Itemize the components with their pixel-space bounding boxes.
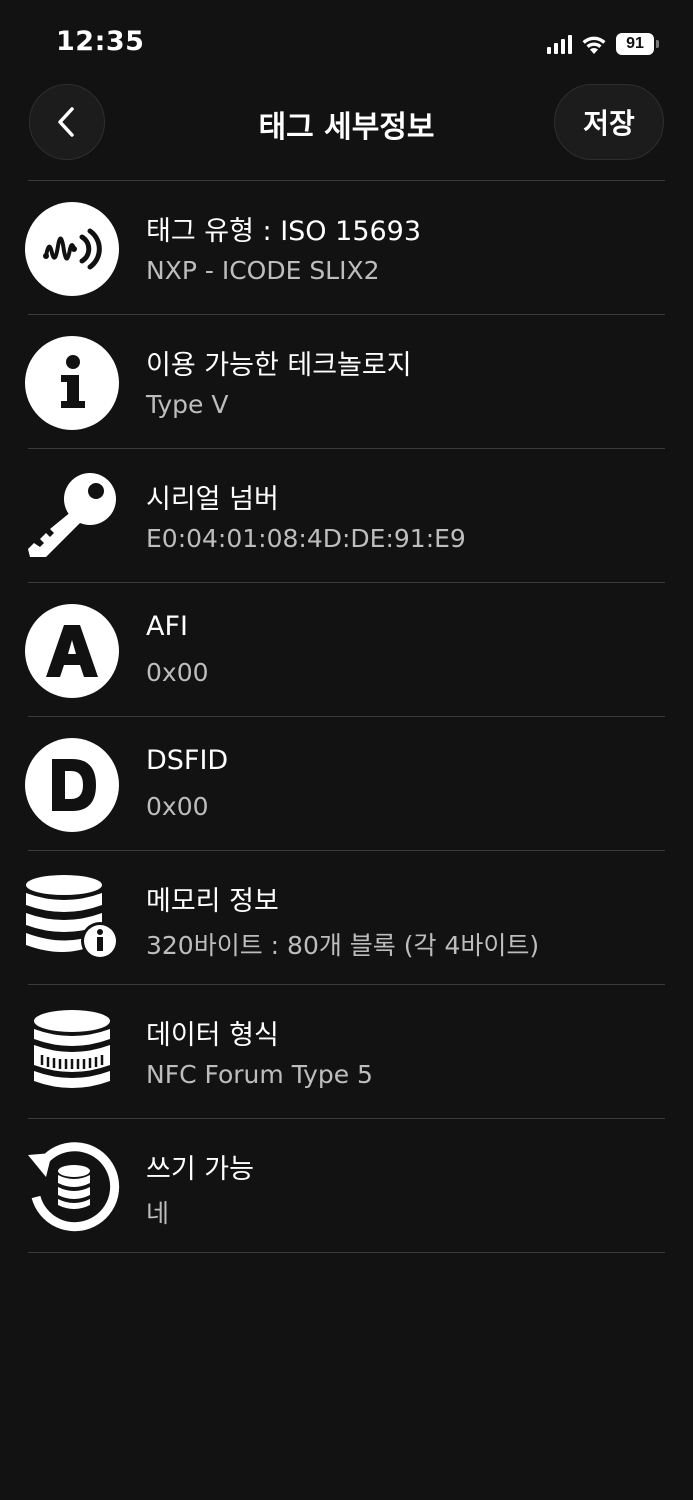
row-title: 메모리 정보	[146, 886, 279, 917]
list-item-writable: 쓰기 가능 네	[28, 1119, 665, 1253]
row-title: 이용 가능한 테크놀로지	[146, 350, 412, 381]
row-title: DSFID	[146, 745, 229, 776]
row-value: 0x00	[146, 792, 209, 821]
status-bar: 12:35 91	[0, 0, 693, 88]
battery-cap	[656, 40, 659, 48]
letter-d-icon	[24, 737, 120, 833]
letter-a-icon	[24, 603, 120, 699]
status-time: 12:35	[56, 26, 145, 57]
wifi-icon	[582, 36, 606, 54]
save-button[interactable]: 저장	[554, 84, 664, 160]
list-item-data-format: 데이터 형식 NFC Forum Type 5	[28, 985, 665, 1119]
row-value: 네	[146, 1199, 170, 1228]
list-item-memory-info: 메모리 정보 320바이트 : 80개 블록 (각 4바이트)	[26, 851, 665, 985]
row-title: 데이터 형식	[146, 1020, 279, 1051]
data-format-icon	[24, 1005, 120, 1101]
key-icon	[24, 469, 120, 565]
list-item-tag-type: 태그 유형 : ISO 15693 NXP - ICODE SLIX2	[25, 181, 665, 315]
tag-detail-list: 태그 유형 : ISO 15693 NXP - ICODE SLIX2 이용 가…	[25, 180, 665, 1253]
battery-level: 91	[626, 35, 644, 52]
list-item-serial-number: 시리얼 넘버 E0:04:01:08:4D:DE:91:E9	[28, 449, 665, 583]
signal-icon	[547, 34, 572, 54]
row-value: 0x00	[146, 658, 209, 687]
row-title: 쓰기 가능	[146, 1154, 254, 1185]
database-info-icon	[24, 871, 120, 967]
row-value: E0:04:01:08:4D:DE:91:E9	[146, 524, 466, 553]
list-item-dsfid: DSFID 0x00	[25, 717, 665, 851]
row-value: Type V	[146, 390, 229, 419]
info-icon	[24, 335, 120, 431]
nfc-wave-icon	[24, 201, 120, 297]
list-item-technology: 이용 가능한 테크놀로지 Type V	[25, 315, 665, 449]
header: 태그 세부정보 저장	[0, 80, 693, 180]
row-value: NFC Forum Type 5	[146, 1060, 373, 1089]
row-title: 태그 유형 : ISO 15693	[146, 216, 422, 247]
list-item-afi: AFI 0x00	[25, 583, 665, 717]
row-value: 320바이트 : 80개 블록 (각 4바이트)	[146, 931, 540, 960]
status-icons: 91	[547, 30, 659, 58]
battery-icon: 91	[616, 33, 654, 55]
row-title: AFI	[146, 611, 188, 642]
writable-database-icon	[24, 1139, 120, 1235]
row-title: 시리얼 넘버	[146, 484, 279, 515]
row-value: NXP - ICODE SLIX2	[146, 256, 380, 285]
